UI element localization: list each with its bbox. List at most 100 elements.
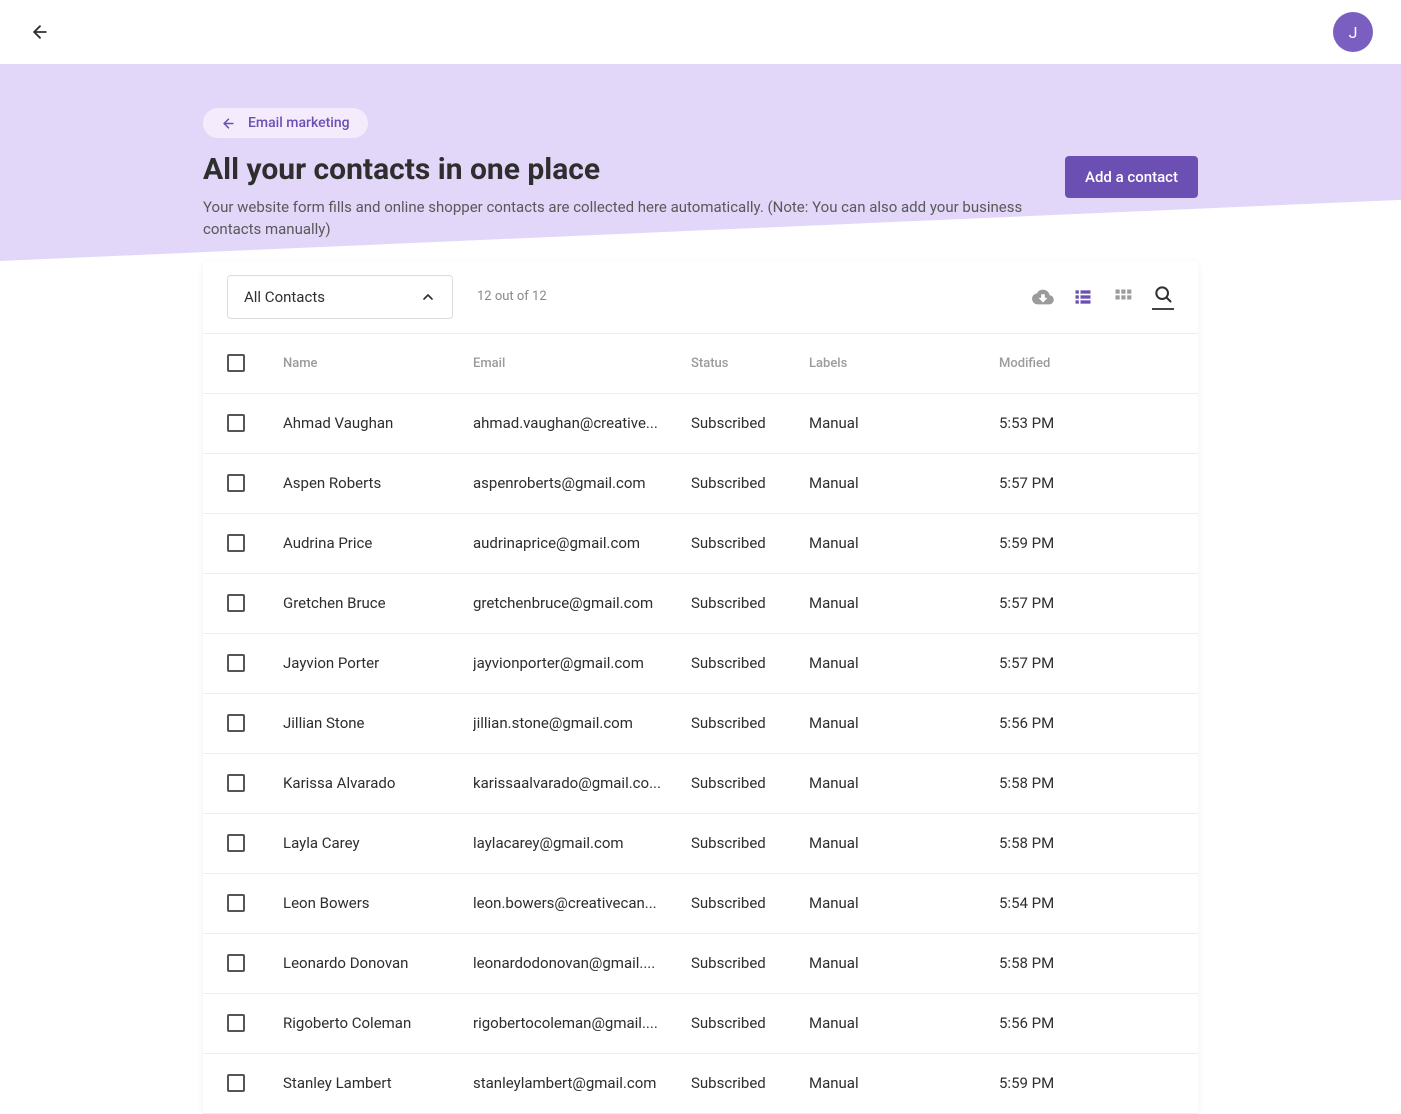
contacts-card: All Contacts 12 out of 12 — [203, 261, 1198, 1114]
avatar-initial: J — [1349, 23, 1358, 42]
cell-email: jayvionporter@gmail.com — [473, 654, 691, 672]
row-checkbox[interactable] — [227, 894, 245, 912]
cell-status: Subscribed — [691, 954, 809, 972]
avatar[interactable]: J — [1333, 12, 1373, 52]
cell-labels: Manual — [809, 534, 999, 552]
cell-labels: Manual — [809, 834, 999, 852]
cell-name: Ahmad Vaughan — [283, 414, 473, 432]
count-text: 12 out of 12 — [477, 289, 547, 304]
cell-status: Subscribed — [691, 894, 809, 912]
cell-email: leonardodonovan@gmail.... — [473, 954, 691, 972]
cell-modified: 5:53 PM — [999, 414, 1174, 432]
row-checkbox[interactable] — [227, 714, 245, 732]
cell-labels: Manual — [809, 1014, 999, 1032]
back-button[interactable] — [28, 20, 52, 44]
list-view-button[interactable] — [1072, 286, 1094, 308]
cell-modified: 5:58 PM — [999, 774, 1174, 792]
cell-modified: 5:59 PM — [999, 534, 1174, 552]
select-all-checkbox[interactable] — [227, 354, 245, 372]
row-checkbox[interactable] — [227, 594, 245, 612]
cell-status: Subscribed — [691, 1014, 809, 1032]
table-row[interactable]: Audrina Priceaudrinaprice@gmail.comSubsc… — [203, 514, 1198, 574]
table-row[interactable]: Aspen Robertsaspenroberts@gmail.comSubsc… — [203, 454, 1198, 514]
breadcrumb[interactable]: Email marketing — [203, 108, 368, 138]
cell-name: Layla Carey — [283, 834, 473, 852]
cell-labels: Manual — [809, 954, 999, 972]
cell-status: Subscribed — [691, 1074, 809, 1092]
cell-name: Audrina Price — [283, 534, 473, 552]
table-row[interactable]: Jillian Stonejillian.stone@gmail.comSubs… — [203, 694, 1198, 754]
arrow-left-icon — [221, 116, 236, 131]
cell-name: Gretchen Bruce — [283, 594, 473, 612]
list-icon — [1073, 287, 1093, 307]
cell-name: Karissa Alvarado — [283, 774, 473, 792]
col-status: Status — [691, 356, 809, 371]
row-checkbox[interactable] — [227, 774, 245, 792]
cell-name: Jillian Stone — [283, 714, 473, 732]
table-row[interactable]: Gretchen Brucegretchenbruce@gmail.comSub… — [203, 574, 1198, 634]
col-labels: Labels — [809, 356, 999, 371]
tool-icons — [1032, 283, 1174, 310]
row-checkbox[interactable] — [227, 954, 245, 972]
cell-name: Leonardo Donovan — [283, 954, 473, 972]
chevron-up-icon — [420, 289, 436, 305]
filter-select[interactable]: All Contacts — [227, 275, 453, 319]
cell-status: Subscribed — [691, 414, 809, 432]
cell-email: karissaalvarado@gmail.co... — [473, 774, 691, 792]
page-subtitle: Your website form fills and online shopp… — [203, 197, 1023, 241]
cell-status: Subscribed — [691, 774, 809, 792]
table-row[interactable]: Leon Bowersleon.bowers@creativecan...Sub… — [203, 874, 1198, 934]
row-checkbox[interactable] — [227, 834, 245, 852]
cell-email: audrinaprice@gmail.com — [473, 534, 691, 552]
row-checkbox[interactable] — [227, 414, 245, 432]
search-button[interactable] — [1152, 283, 1174, 305]
filter-label: All Contacts — [244, 288, 325, 306]
cell-labels: Manual — [809, 654, 999, 672]
table-row[interactable]: Layla Careylaylacarey@gmail.comSubscribe… — [203, 814, 1198, 874]
cell-name: Stanley Lambert — [283, 1074, 473, 1092]
cell-name: Rigoberto Coleman — [283, 1014, 473, 1032]
page-title: All your contacts in one place — [203, 152, 1023, 187]
row-checkbox[interactable] — [227, 654, 245, 672]
add-contact-button[interactable]: Add a contact — [1065, 156, 1198, 198]
col-modified: Modified — [999, 356, 1174, 371]
table-header: Name Email Status Labels Modified — [203, 334, 1198, 394]
cell-modified: 5:56 PM — [999, 714, 1174, 732]
grid-view-button[interactable] — [1112, 286, 1134, 308]
cell-name: Aspen Roberts — [283, 474, 473, 492]
cell-modified: 5:57 PM — [999, 594, 1174, 612]
table-row[interactable]: Rigoberto Colemanrigobertocoleman@gmail.… — [203, 994, 1198, 1054]
table-row[interactable]: Karissa Alvaradokarissaalvarado@gmail.co… — [203, 754, 1198, 814]
cloud-download-icon — [1032, 286, 1054, 308]
download-button[interactable] — [1032, 286, 1054, 308]
row-checkbox[interactable] — [227, 534, 245, 552]
cell-modified: 5:54 PM — [999, 894, 1174, 912]
cell-labels: Manual — [809, 414, 999, 432]
cell-status: Subscribed — [691, 834, 809, 852]
cell-labels: Manual — [809, 774, 999, 792]
row-checkbox[interactable] — [227, 1014, 245, 1032]
cell-email: leon.bowers@creativecan... — [473, 894, 691, 912]
breadcrumb-label: Email marketing — [248, 115, 350, 131]
col-name: Name — [283, 356, 473, 371]
cell-modified: 5:59 PM — [999, 1074, 1174, 1092]
cell-modified: 5:58 PM — [999, 834, 1174, 852]
table-row[interactable]: Leonardo Donovanleonardodonovan@gmail...… — [203, 934, 1198, 994]
table-row[interactable]: Jayvion Porterjayvionporter@gmail.comSub… — [203, 634, 1198, 694]
cell-modified: 5:56 PM — [999, 1014, 1174, 1032]
row-checkbox[interactable] — [227, 1074, 245, 1092]
cell-modified: 5:57 PM — [999, 474, 1174, 492]
cell-name: Leon Bowers — [283, 894, 473, 912]
cell-labels: Manual — [809, 714, 999, 732]
search-icon — [1153, 284, 1173, 304]
table-row[interactable]: Ahmad Vaughanahmad.vaughan@creative...Su… — [203, 394, 1198, 454]
cell-status: Subscribed — [691, 594, 809, 612]
cell-email: gretchenbruce@gmail.com — [473, 594, 691, 612]
table-body: Ahmad Vaughanahmad.vaughan@creative...Su… — [203, 394, 1198, 1114]
cell-labels: Manual — [809, 894, 999, 912]
col-email: Email — [473, 356, 691, 371]
row-checkbox[interactable] — [227, 474, 245, 492]
cell-modified: 5:58 PM — [999, 954, 1174, 972]
cell-labels: Manual — [809, 594, 999, 612]
table-row[interactable]: Stanley Lambertstanleylambert@gmail.comS… — [203, 1054, 1198, 1114]
